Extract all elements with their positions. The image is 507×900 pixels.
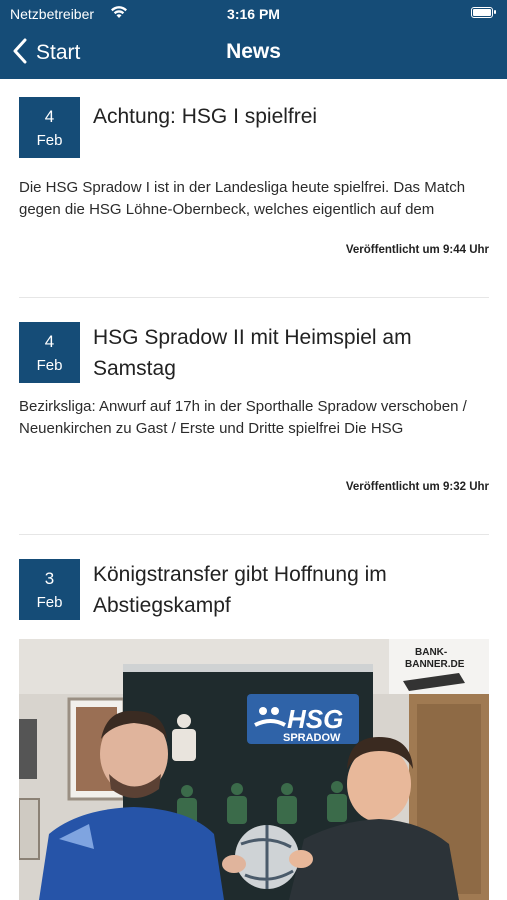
status-time: 3:16 PM — [227, 6, 280, 22]
battery-icon — [471, 7, 496, 18]
header-bar: Netzbetreiber 3:16 PM Start News — [0, 0, 507, 79]
date-badge: 3 Feb — [19, 559, 80, 620]
news-excerpt: Die HSG Spradow I ist in der Landesliga … — [19, 179, 466, 218]
news-item[interactable]: 4 Feb Achtung: HSG I spielfrei Die HSG S… — [19, 97, 489, 279]
date-day: 4 — [44, 332, 55, 351]
page-title: News — [226, 40, 281, 63]
news-feed[interactable]: 4 Feb Achtung: HSG I spielfrei Die HSG S… — [0, 79, 507, 900]
date-month: Feb — [36, 357, 63, 374]
published-time: Veröffentlicht um 9:44 Uhr — [345, 244, 489, 256]
news-title: Königstransfer gibt Hoffnung im Abstiegs… — [93, 563, 387, 617]
sponsor-text-1: BANK- — [415, 647, 447, 658]
status-bar: Netzbetreiber 3:16 PM — [0, 0, 507, 28]
date-month: Feb — [36, 132, 63, 149]
banner-logo-text: HSG — [287, 704, 343, 734]
navigation-bar: Start News — [0, 28, 507, 79]
published-time: Veröffentlicht um 9:32 Uhr — [345, 481, 489, 493]
banner-logo-subtext: SPRADOW — [283, 732, 341, 744]
date-day: 4 — [44, 107, 55, 126]
news-title: Achtung: HSG I spielfrei — [93, 105, 318, 128]
date-badge: 4 Feb — [19, 322, 80, 383]
news-excerpt: Bezirksliga: Anwurf auf 17h in der Sport… — [19, 398, 467, 437]
date-month: Feb — [36, 594, 63, 611]
divider — [19, 534, 489, 535]
divider — [19, 297, 489, 298]
date-badge: 4 Feb — [19, 97, 80, 158]
news-photo[interactable]: HSG SPRADOW BANK- BANNER.DE — [19, 639, 489, 900]
sponsor-text-2: BANNER.DE — [405, 659, 465, 670]
date-day: 3 — [44, 569, 55, 588]
news-item[interactable]: 4 Feb HSG Spradow II mit Heimspiel am Sa… — [19, 322, 489, 512]
news-title: HSG Spradow II mit Heimspiel am Samstag — [93, 326, 412, 380]
